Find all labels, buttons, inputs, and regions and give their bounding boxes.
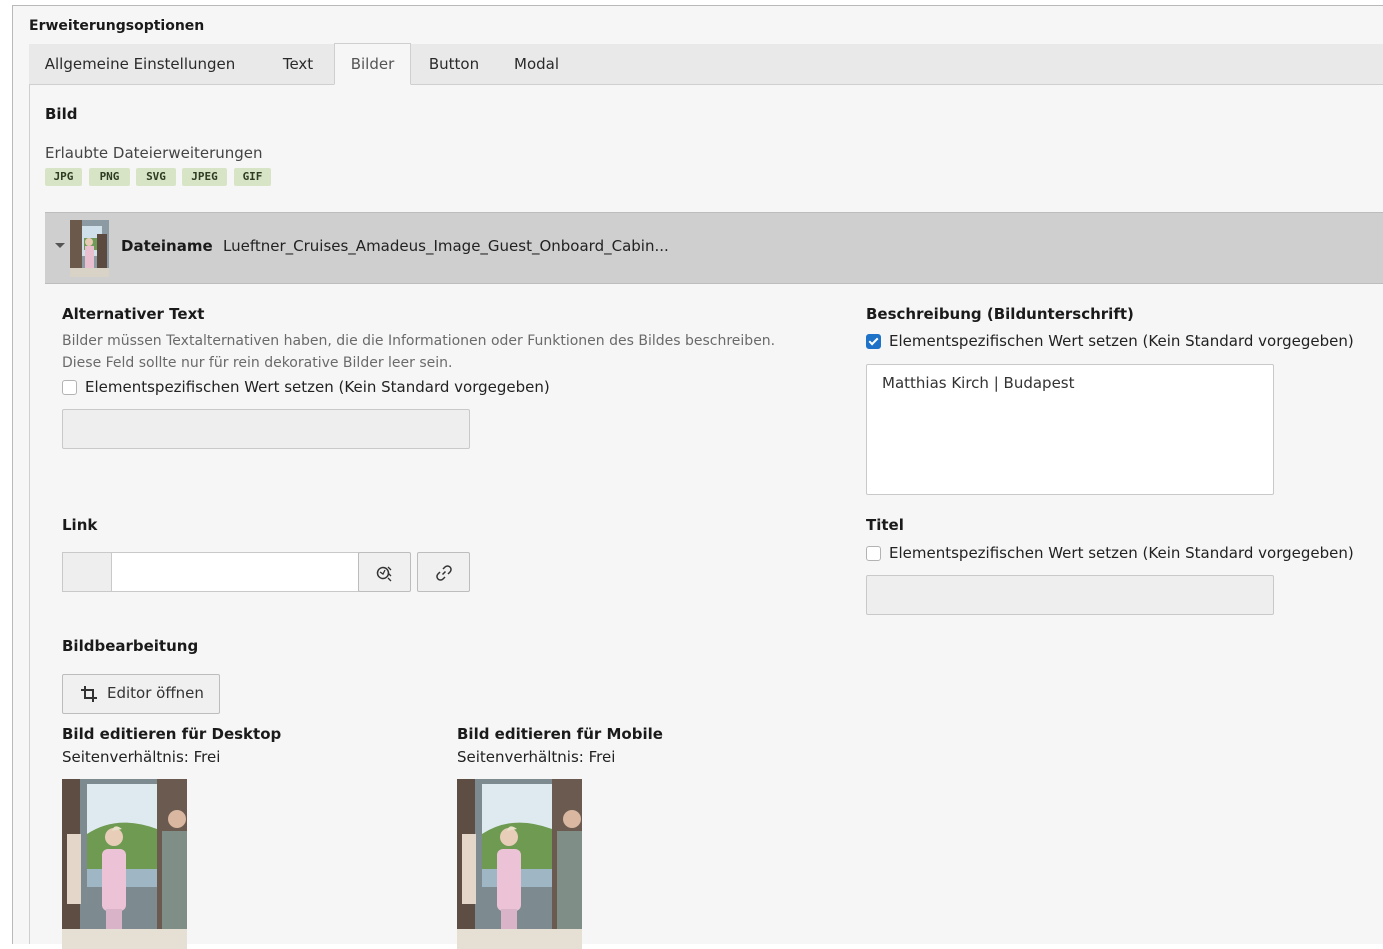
checkbox-box[interactable]	[866, 334, 881, 349]
file-thumbnail	[70, 220, 109, 277]
open-editor-button[interactable]: Editor öffnen	[62, 674, 220, 714]
allowed-extensions-label: Erlaubte Dateierweiterungen	[45, 144, 263, 162]
chain-link-icon	[436, 565, 452, 581]
alt-text-input	[62, 409, 470, 449]
description-textarea[interactable]: Matthias Kirch | Budapest	[866, 364, 1274, 495]
link-browser-button[interactable]	[417, 552, 470, 592]
alt-text-override-checkbox[interactable]: Elementspezifischen Wert setzen (Kein St…	[62, 378, 582, 396]
bild-heading: Bild	[45, 105, 78, 123]
link-wizard-button[interactable]	[358, 552, 411, 592]
tab-button[interactable]: Button	[414, 44, 494, 84]
extension-badge: SVG	[136, 168, 176, 186]
alt-text-label: Alternativer Text	[62, 305, 205, 323]
extension-badge: JPG	[45, 168, 82, 186]
file-reference-header[interactable]: Dateiname Lueftner_Cruises_Amadeus_Image…	[45, 212, 1383, 284]
link-type-prefix	[62, 552, 112, 592]
title-input	[866, 575, 1274, 615]
title-label: Titel	[866, 516, 904, 534]
checkbox-label: Elementspezifischen Wert setzen (Kein St…	[889, 332, 1354, 350]
tab-content-bilder: Bild Erlaubte Dateierweiterungen JPG PNG…	[29, 85, 1383, 949]
extension-badge: GIF	[234, 168, 271, 186]
image-edit-label: Bildbearbeitung	[62, 637, 199, 655]
filename-label: Dateiname	[121, 237, 213, 255]
extension-options-panel: Erweiterungsoptionen Allgemeine Einstell…	[12, 5, 1383, 949]
tab-allgemeine-einstellungen[interactable]: Allgemeine Einstellungen	[29, 44, 251, 84]
mobile-edit-title: Bild editieren für Mobile	[457, 725, 663, 743]
title-override-checkbox[interactable]: Elementspezifischen Wert setzen (Kein St…	[866, 544, 1366, 562]
tab-bilder[interactable]: Bilder	[334, 43, 411, 85]
mobile-image-preview[interactable]	[457, 779, 582, 949]
tab-modal[interactable]: Modal	[499, 44, 574, 84]
checkbox-box[interactable]	[62, 380, 77, 395]
checkbox-box[interactable]	[866, 546, 881, 561]
tab-text[interactable]: Text	[269, 44, 327, 84]
link-input[interactable]	[111, 552, 359, 592]
collapse-toggle-icon[interactable]	[55, 243, 65, 248]
description-label: Beschreibung (Bildunterschrift)	[866, 305, 1134, 323]
crop-icon	[81, 686, 97, 702]
filename-value: Lueftner_Cruises_Amadeus_Image_Guest_Onb…	[223, 237, 669, 255]
tab-bar: Allgemeine Einstellungen Text Bilder But…	[29, 43, 1383, 85]
link-label: Link	[62, 516, 98, 534]
alt-text-help: Bilder müssen Textalternativen haben, di…	[62, 333, 776, 371]
description-override-checkbox[interactable]: Elementspezifischen Wert setzen (Kein St…	[866, 332, 1366, 350]
extension-badge: PNG	[89, 168, 130, 186]
checkbox-label: Elementspezifischen Wert setzen (Kein St…	[889, 544, 1354, 562]
desktop-ratio: Seitenverhältnis: Frei	[62, 748, 221, 766]
extension-badge: JPEG	[182, 168, 227, 186]
desktop-image-preview[interactable]	[62, 779, 187, 949]
checkbox-label: Elementspezifischen Wert setzen (Kein St…	[85, 378, 550, 396]
link-wizard-icon	[376, 566, 392, 582]
desktop-edit-title: Bild editieren für Desktop	[62, 725, 282, 743]
mobile-ratio: Seitenverhältnis: Frei	[457, 748, 616, 766]
section-title: Erweiterungsoptionen	[29, 18, 205, 34]
open-editor-label: Editor öffnen	[107, 684, 204, 702]
